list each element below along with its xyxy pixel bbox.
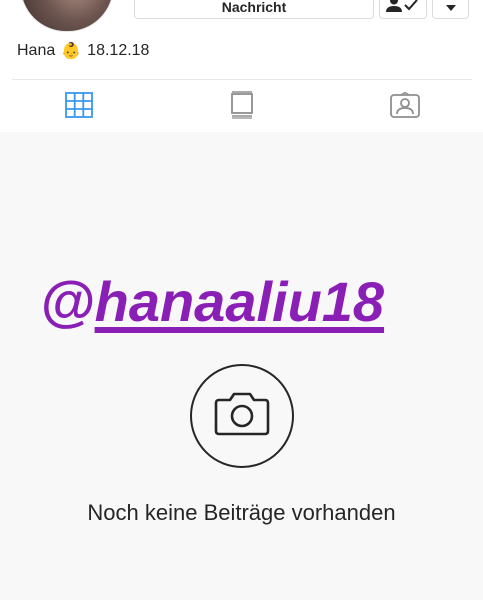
at-symbol: @ xyxy=(40,270,95,333)
empty-state-message: Noch keine Beiträge vorhanden xyxy=(87,500,396,525)
profile-header: Nachricht Hana 👶 18.12.18 xyxy=(0,0,483,132)
suggestions-dropdown-button[interactable] xyxy=(432,0,469,19)
bio: Hana 👶 18.12.18 xyxy=(17,40,149,62)
feed-icon xyxy=(230,90,254,124)
username-handle: hanaaliu18 xyxy=(94,270,385,333)
tab-feed[interactable] xyxy=(225,90,259,124)
grid-icon xyxy=(65,91,93,123)
tab-grid[interactable] xyxy=(62,90,96,124)
profile-tabs xyxy=(0,90,483,124)
camera-icon xyxy=(212,391,272,442)
message-button-label: Nachricht xyxy=(221,0,287,15)
tab-tagged[interactable] xyxy=(388,90,422,124)
empty-state-camera xyxy=(190,364,294,468)
message-button[interactable]: Nachricht xyxy=(134,0,374,19)
person-check-icon xyxy=(386,0,420,17)
avatar[interactable] xyxy=(20,0,114,32)
divider xyxy=(12,79,472,80)
username-overlay[interactable]: @hanaaliu18 xyxy=(40,270,460,334)
tagged-icon xyxy=(390,91,420,123)
following-button[interactable] xyxy=(379,0,427,19)
chevron-down-icon xyxy=(445,0,457,15)
baby-emoji: 👶 xyxy=(61,43,82,60)
bio-name: Hana xyxy=(17,42,56,59)
bio-date: 18.12.18 xyxy=(87,42,150,59)
